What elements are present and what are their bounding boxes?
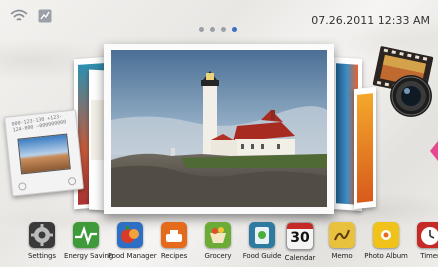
dock-label: Calendar xyxy=(284,254,316,262)
dock-item-food-manager[interactable]: Food Manager xyxy=(108,222,157,260)
dock-label: Timer xyxy=(420,252,438,260)
calendar-day: 30 xyxy=(290,230,310,246)
page-dot[interactable] xyxy=(221,27,226,32)
memo-icon[interactable] xyxy=(329,222,355,248)
timer-icon[interactable] xyxy=(417,222,438,248)
next-page-arrow-icon[interactable] xyxy=(430,141,438,161)
dock-item-calendar[interactable]: 30 Calendar xyxy=(278,222,322,262)
lighthouse-photo[interactable] xyxy=(104,44,334,214)
dock-label: Food Manager xyxy=(108,252,157,260)
dock-item-recipes[interactable]: Recipes xyxy=(152,222,196,260)
dock-label: Memo xyxy=(331,252,353,260)
dock-label: Recipes xyxy=(160,252,188,260)
calendar-icon[interactable]: 30 xyxy=(286,222,314,250)
wifi-icon xyxy=(10,8,28,27)
dock-item-settings[interactable]: Settings xyxy=(20,222,64,260)
dock-item-photo-album[interactable]: Photo Album xyxy=(364,222,408,260)
stacked-photo-right-inner[interactable] xyxy=(354,86,376,210)
food-manager-icon[interactable] xyxy=(117,222,143,248)
recipes-icon[interactable] xyxy=(161,222,187,248)
photo-album-icon[interactable] xyxy=(373,222,399,248)
dock-label: Photo Album xyxy=(364,252,408,260)
dock-item-memo[interactable]: Memo xyxy=(320,222,364,260)
signal-icon xyxy=(38,8,52,27)
dock-label: Grocery xyxy=(204,252,232,260)
dock-label: Energy Saving xyxy=(64,252,114,260)
dock-item-grocery[interactable]: Grocery xyxy=(196,222,240,260)
photo-slide[interactable]: 000-123-130 +123-124-000 ~000000000 xyxy=(4,109,84,197)
grocery-icon[interactable] xyxy=(205,222,231,248)
settings-icon[interactable] xyxy=(29,222,55,248)
page-dot[interactable] xyxy=(210,27,215,32)
energy-saving-icon[interactable] xyxy=(73,222,99,248)
slide-caption: 000-123-130 +123-124-000 ~000000000 xyxy=(11,113,67,134)
dock-label: Settings xyxy=(28,252,56,260)
app-dock: Settings Energy Saving Food Manager Recipes… xyxy=(20,222,438,267)
status-icons xyxy=(10,8,52,27)
datetime-text: 07.26.2011 12:33 AM xyxy=(311,14,430,27)
dock-item-energy-saving[interactable]: Energy Saving xyxy=(64,222,114,260)
home-screen: 07.26.2011 12:33 AM 000-123-130 +123-124… xyxy=(0,0,438,267)
page-indicator[interactable] xyxy=(199,27,237,32)
page-dot[interactable] xyxy=(199,27,204,32)
food-guide-icon[interactable] xyxy=(249,222,275,248)
dock-item-timer[interactable]: Timer xyxy=(408,222,438,260)
camera-lens-icon[interactable] xyxy=(389,74,433,118)
page-dot-active[interactable] xyxy=(232,27,237,32)
